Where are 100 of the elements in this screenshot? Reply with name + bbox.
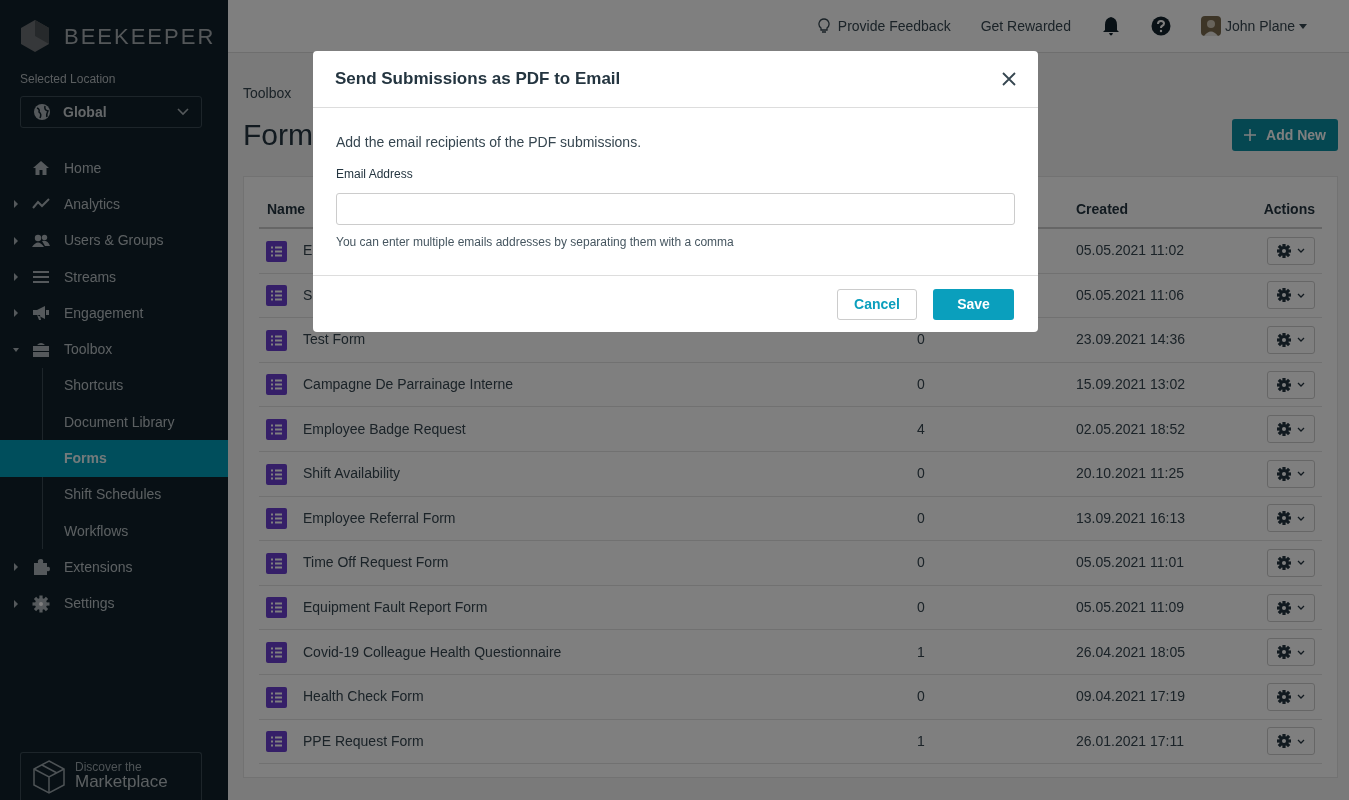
form-list-icon xyxy=(266,686,287,708)
form-name-link[interactable]: PPE Request Form xyxy=(303,732,424,749)
home-icon xyxy=(32,159,50,178)
actions-button[interactable] xyxy=(1267,415,1315,444)
gear-icon xyxy=(1277,600,1291,615)
submission-count: 0 xyxy=(917,554,925,571)
cancel-button[interactable]: Cancel xyxy=(837,288,917,320)
actions-button[interactable] xyxy=(1267,504,1315,533)
form-name-link[interactable]: Employee Referral Form xyxy=(303,509,456,526)
modal-description: Add the email recipients of the PDF submissions. xyxy=(336,133,643,152)
actions-button[interactable] xyxy=(1267,593,1315,622)
caret-icon xyxy=(13,309,19,318)
gear-icon xyxy=(1277,422,1291,437)
save-button[interactable]: Save xyxy=(933,288,1014,320)
created-date: 09.04.2021 17:19 xyxy=(1076,688,1185,705)
actions-button[interactable] xyxy=(1267,459,1315,488)
chevron-down-icon xyxy=(1297,560,1305,566)
chevron-down-icon xyxy=(1297,605,1305,611)
form-name-link[interactable]: Time Off Request Form xyxy=(303,554,449,571)
gear-icon xyxy=(1277,689,1291,704)
chevron-down-icon xyxy=(1297,248,1305,254)
created-date: 05.05.2021 11:01 xyxy=(1076,554,1184,571)
column-header: Created xyxy=(1076,199,1130,219)
created-date: 05.05.2021 11:06 xyxy=(1076,286,1184,303)
nav-item[interactable]: Extensions xyxy=(0,549,228,586)
chevron-down-icon xyxy=(1297,337,1305,343)
hexagon-logo-icon xyxy=(20,19,50,53)
actions-button[interactable] xyxy=(1267,682,1315,711)
created-date: 15.09.2021 13:02 xyxy=(1076,376,1185,393)
gear-icon xyxy=(1277,377,1291,392)
actions-button[interactable] xyxy=(1267,370,1315,399)
rewards-link[interactable]: Get Rewarded xyxy=(980,15,1071,37)
created-date: 05.05.2021 11:09 xyxy=(1076,599,1184,616)
help-icon[interactable] xyxy=(1150,16,1171,36)
feedback-link[interactable]: Provide Feedback xyxy=(817,15,951,37)
gear-icon xyxy=(1277,555,1291,570)
globe-icon xyxy=(33,103,51,121)
form-list-icon xyxy=(266,240,287,262)
actions-button[interactable] xyxy=(1267,326,1315,354)
created-date: 26.01.2021 17:11 xyxy=(1076,732,1184,749)
nav-item[interactable]: Engagement xyxy=(0,295,228,332)
brand-name: BEEKEEPER xyxy=(64,22,216,51)
form-name-link[interactable]: Test Form xyxy=(303,331,366,348)
form-list-icon xyxy=(266,419,287,441)
caret-icon xyxy=(13,599,19,608)
actions-button[interactable] xyxy=(1267,281,1315,310)
form-name-link[interactable]: Employee Badge Request xyxy=(303,420,466,437)
nav-subitem[interactable]: Document Library xyxy=(0,404,228,441)
nav-item[interactable]: Analytics xyxy=(0,186,228,223)
location-dropdown[interactable]: Global xyxy=(20,96,202,128)
lightbulb-icon xyxy=(817,18,830,34)
submission-count: 1 xyxy=(917,732,925,749)
marketplace-button[interactable]: Discover the Marketplace xyxy=(20,752,202,800)
caret-icon xyxy=(13,236,19,245)
form-name-link[interactable]: S xyxy=(303,286,313,303)
nav-subitem[interactable]: Forms xyxy=(0,440,228,477)
add-new-button[interactable]: Add New xyxy=(1232,119,1338,151)
submission-count: 4 xyxy=(917,420,925,437)
actions-button[interactable] xyxy=(1267,727,1315,756)
gear-icon xyxy=(1277,333,1291,347)
chevron-down-icon xyxy=(1297,515,1305,521)
user-menu[interactable]: John Plane xyxy=(1200,15,1307,37)
form-list-icon xyxy=(266,642,287,664)
actions-button[interactable] xyxy=(1267,548,1315,577)
nav-subitem[interactable]: Shortcuts xyxy=(0,367,228,405)
form-list-icon xyxy=(266,285,287,307)
actions-button[interactable] xyxy=(1267,638,1315,667)
help-text: You can enter multiple emails addresses by separating them with a comma xyxy=(336,234,735,251)
avatar xyxy=(1200,16,1221,36)
form-name-link[interactable]: Covid-19 Colleague Health Questionnaire xyxy=(303,643,562,660)
nav-item[interactable]: Settings xyxy=(0,585,228,622)
settings-icon xyxy=(32,594,50,613)
chevron-down-icon xyxy=(177,108,189,116)
submission-count: 1 xyxy=(917,643,925,660)
chevron-down-icon xyxy=(1297,426,1305,432)
gear-icon xyxy=(1277,288,1291,303)
form-name-link[interactable]: Health Check Form xyxy=(303,688,424,705)
chevron-down-icon xyxy=(1297,738,1305,744)
chevron-down-icon xyxy=(1297,471,1305,477)
nav-item[interactable]: Home xyxy=(0,150,228,187)
submission-count: 0 xyxy=(917,465,925,482)
form-name-link[interactable]: Equipment Fault Report Form xyxy=(303,599,488,616)
nav-subitem[interactable]: Workflows xyxy=(0,512,228,550)
submission-count: 0 xyxy=(917,509,925,526)
form-name-link[interactable]: Campagne De Parrainage Interne xyxy=(303,376,514,393)
email-input-field[interactable] xyxy=(336,193,1015,225)
nav-subitem[interactable]: Shift Schedules xyxy=(0,476,228,513)
page-title: Form xyxy=(243,117,313,153)
caret-icon xyxy=(13,200,19,209)
nav-item[interactable]: Toolbox xyxy=(0,331,228,368)
caret-icon xyxy=(13,345,19,354)
close-button[interactable] xyxy=(1002,72,1016,86)
form-list-icon xyxy=(266,731,287,753)
actions-button[interactable] xyxy=(1267,236,1315,265)
location-label: Selected Location xyxy=(20,71,117,88)
nav-item[interactable]: Users & Groups xyxy=(0,222,228,259)
chevron-down-icon xyxy=(1297,649,1305,655)
nav-item[interactable]: Streams xyxy=(0,258,228,296)
form-name-link[interactable]: E xyxy=(303,242,313,259)
form-name-link[interactable]: Shift Availability xyxy=(303,465,400,482)
